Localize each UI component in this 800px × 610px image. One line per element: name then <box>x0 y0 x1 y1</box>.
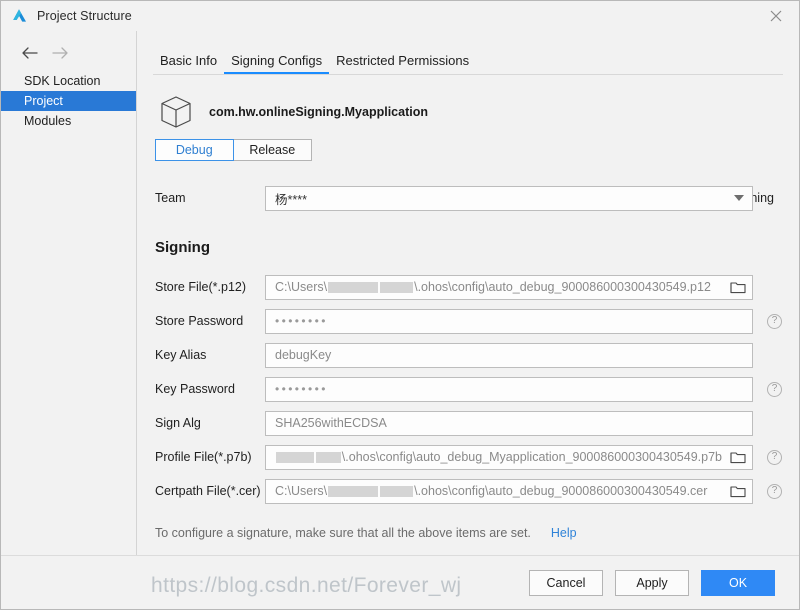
question-circle-icon[interactable]: ? <box>767 449 782 465</box>
team-control: 杨**** <box>265 185 753 211</box>
folder-icon[interactable] <box>729 449 747 465</box>
window-title: Project Structure <box>37 9 132 23</box>
close-icon[interactable] <box>753 1 799 31</box>
profile-file-suffix: \.ohos\config\auto_debug_Myapplication_9… <box>341 450 722 464</box>
tab-signing-configs[interactable]: Signing Configs <box>224 53 330 75</box>
tab-bar: Basic Info Signing Configs Restricted Pe… <box>137 43 799 75</box>
redacted-username-2 <box>315 451 341 463</box>
build-variant-switch: Debug Release <box>155 139 312 161</box>
redacted-username <box>328 485 379 497</box>
key-password-input[interactable]: •••••••• <box>265 376 753 402</box>
team-value: 杨**** <box>275 192 307 207</box>
team-label: Team <box>155 191 186 205</box>
tab-basic-info[interactable]: Basic Info <box>153 53 224 75</box>
folder-icon[interactable] <box>729 483 747 499</box>
certpath-file-label: Certpath File(*.cer) <box>155 484 261 498</box>
help-link[interactable]: Help <box>551 526 577 540</box>
key-password-control: •••••••• <box>265 376 753 402</box>
redacted-username-2 <box>380 281 414 293</box>
profile-file-row: Profile File(*.p7b) \.ohos\config\auto_d… <box>155 440 782 474</box>
question-circle-icon[interactable]: ? <box>767 381 782 397</box>
apply-button[interactable]: Apply <box>615 569 689 596</box>
chevron-down-icon <box>734 195 744 201</box>
team-row: Team 杨**** <box>155 175 781 221</box>
watermark: https://blog.csdn.net/Forever_wj <box>151 574 462 597</box>
redacted-username-2 <box>380 485 414 497</box>
certpath-file-prefix: C:\Users\ <box>275 484 328 498</box>
key-password-row: Key Password •••••••• ? <box>155 372 782 406</box>
store-file-prefix: C:\Users\ <box>275 280 328 294</box>
store-password-label: Store Password <box>155 314 244 328</box>
cancel-button[interactable]: Cancel <box>529 569 603 596</box>
signing-section-title: Signing <box>155 239 210 256</box>
main-panel: Basic Info Signing Configs Restricted Pe… <box>137 31 799 555</box>
question-circle-icon[interactable]: ? <box>767 483 782 499</box>
sign-alg-value: SHA256withECDSA <box>275 416 387 430</box>
key-alias-value: debugKey <box>275 348 332 362</box>
store-file-label: Store File(*.p12) <box>155 280 247 294</box>
key-password-label: Key Password <box>155 382 235 396</box>
dialog-body: SDK Location Project Modules Basic Info … <box>1 31 799 555</box>
signature-hint-text: To configure a signature, make sure that… <box>155 526 531 540</box>
title-bar: Project Structure <box>1 1 799 31</box>
package-name: com.hw.onlineSigning.Myapplication <box>209 105 428 119</box>
sidebar-item-sdk-location[interactable]: SDK Location <box>1 71 136 91</box>
store-file-suffix: \.ohos\config\auto_debug_900086000300430… <box>414 280 711 294</box>
form-top: Team 杨**** <box>137 175 799 221</box>
store-file-row: Store File(*.p12) C:\Users\ \.ohos\config… <box>155 270 781 304</box>
certpath-file-row: Certpath File(*.cer) C:\Users\ \.ohos\con… <box>155 474 782 508</box>
store-password-control: •••••••• <box>265 308 753 334</box>
signing-form: Store File(*.p12) C:\Users\ \.ohos\config… <box>137 270 799 508</box>
key-alias-control: debugKey <box>265 342 753 368</box>
variant-release-button[interactable]: Release <box>233 139 312 161</box>
nav-arrows <box>1 39 136 71</box>
key-alias-row: Key Alias debugKey <box>155 338 781 372</box>
dialog-footer: Cancel Apply OK https://blog.csdn.net/Fo… <box>1 555 799 609</box>
sign-alg-input[interactable]: SHA256withECDSA <box>265 410 753 436</box>
sidebar-item-modules[interactable]: Modules <box>1 111 136 131</box>
sign-alg-control: SHA256withECDSA <box>265 410 753 436</box>
redacted-username <box>276 451 314 463</box>
project-structure-dialog: Project Structure SDK Location Project M… <box>0 0 800 610</box>
store-password-row: Store Password •••••••• ? <box>155 304 782 338</box>
store-file-input[interactable]: C:\Users\ \.ohos\config\auto_debug_900086… <box>265 274 753 300</box>
tab-underline <box>153 74 783 75</box>
question-circle-icon[interactable]: ? <box>767 313 782 329</box>
sign-alg-label: Sign Alg <box>155 416 201 430</box>
app-logo-icon <box>10 7 28 25</box>
key-password-value: •••••••• <box>275 382 328 396</box>
variant-debug-button[interactable]: Debug <box>155 139 234 161</box>
cube-icon <box>155 91 197 133</box>
sidebar-item-project[interactable]: Project <box>1 91 136 111</box>
sidebar: SDK Location Project Modules <box>1 31 137 555</box>
tab-restricted-permissions[interactable]: Restricted Permissions <box>329 53 476 75</box>
profile-file-input[interactable]: \.ohos\config\auto_debug_Myapplication_9… <box>265 444 753 470</box>
package-header: com.hw.onlineSigning.Myapplication <box>137 75 799 131</box>
arrow-left-icon[interactable] <box>18 43 42 63</box>
certpath-file-input[interactable]: C:\Users\ \.ohos\config\auto_debug_900086… <box>265 478 753 504</box>
certpath-file-control: C:\Users\ \.ohos\config\auto_debug_900086… <box>265 478 753 504</box>
profile-file-label: Profile File(*.p7b) <box>155 450 252 464</box>
key-alias-label: Key Alias <box>155 348 207 362</box>
store-password-value: •••••••• <box>275 314 328 328</box>
redacted-username <box>328 281 379 293</box>
sign-alg-row: Sign Alg SHA256withECDSA <box>155 406 781 440</box>
arrow-right-icon[interactable] <box>48 43 72 63</box>
profile-file-control: \.ohos\config\auto_debug_Myapplication_9… <box>265 444 753 470</box>
signature-hint: To configure a signature, make sure that… <box>137 526 799 540</box>
folder-icon[interactable] <box>729 279 747 295</box>
key-alias-input[interactable]: debugKey <box>265 342 753 368</box>
store-password-input[interactable]: •••••••• <box>265 308 753 334</box>
certpath-file-suffix: \.ohos\config\auto_debug_900086000300430… <box>414 484 708 498</box>
team-select[interactable]: 杨**** <box>265 185 753 211</box>
store-file-control: C:\Users\ \.ohos\config\auto_debug_900086… <box>265 274 753 300</box>
ok-button[interactable]: OK <box>701 569 775 596</box>
